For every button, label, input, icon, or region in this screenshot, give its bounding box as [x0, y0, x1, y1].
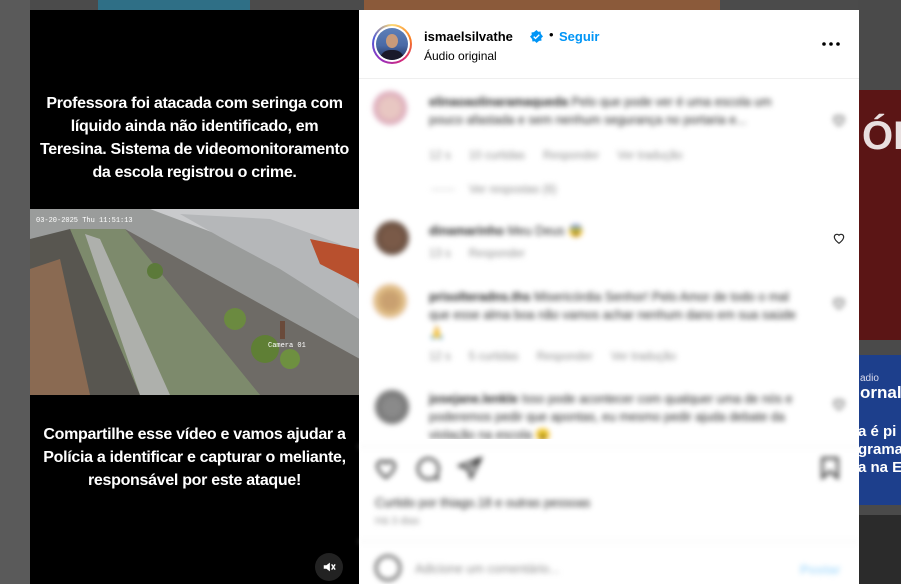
- commenter-avatar[interactable]: [375, 390, 409, 424]
- save-bookmark-icon[interactable]: [817, 455, 843, 481]
- post-actions-bar: [359, 446, 859, 481]
- post-comment-button[interactable]: Postar: [800, 562, 840, 577]
- verified-badge-icon: [530, 30, 543, 43]
- comment-time: 12 s: [429, 150, 451, 162]
- like-heart-icon[interactable]: [373, 455, 399, 481]
- original-audio-link[interactable]: Áudio original: [424, 49, 497, 63]
- post-modal: Professora foi atacada com seringa com l…: [30, 10, 859, 584]
- background-post-thumbnail: ÓRI: [858, 90, 901, 340]
- background-thumb2-line: grama: [858, 441, 901, 458]
- view-replies-link[interactable]: Ver respostas (6): [431, 184, 557, 196]
- background-thumb2-line: a é pi: [858, 423, 897, 440]
- background-thumb2-big: ornal: [860, 383, 901, 402]
- heart-icon[interactable]: [832, 231, 846, 245]
- follow-button[interactable]: Seguir: [559, 29, 599, 44]
- comment-meta: 12 s 10 curtidas Responder Ver tradução: [429, 150, 701, 162]
- cctv-timestamp: 03-20-2025 Thu 11:51:13: [36, 217, 133, 225]
- reply-link[interactable]: Responder: [469, 248, 525, 260]
- likes-summary[interactable]: Curtido por thiago.18 e outras pessoas: [375, 496, 590, 510]
- commenter-avatar[interactable]: [375, 221, 409, 255]
- reply-link[interactable]: Responder: [537, 351, 593, 363]
- emoji-icon[interactable]: [375, 555, 401, 581]
- comment-time: 13 s: [429, 248, 451, 260]
- heart-icon[interactable]: [832, 113, 846, 127]
- background-post-thumbnail-2: adio ornal a é pi grama a na E: [858, 355, 901, 505]
- translate-link[interactable]: Ver tradução: [617, 150, 682, 162]
- comment-time: 12 s: [429, 351, 451, 363]
- speaker-muted-icon: [323, 562, 336, 572]
- background-tile-left: [0, 0, 30, 584]
- commenter-avatar[interactable]: [373, 91, 407, 125]
- mute-button[interactable]: [315, 553, 343, 581]
- comment-username[interactable]: dinamarinho: [429, 224, 504, 238]
- comment-text: Meu Deus 😨: [507, 224, 584, 238]
- cctv-footage: 03-20-2025 Thu 11:51:13 Camera 01: [30, 209, 359, 395]
- share-send-icon[interactable]: [457, 455, 483, 481]
- header-separator: •: [549, 27, 554, 42]
- reply-link[interactable]: Responder: [543, 150, 599, 162]
- cctv-camera-label: Camera 01: [268, 342, 306, 350]
- author-avatar[interactable]: [372, 24, 412, 64]
- video-caption-bottom: Compartilhe esse vídeo e vamos ajudar a …: [43, 426, 346, 489]
- commenter-avatar[interactable]: [373, 284, 407, 318]
- video-caption-top: Professora foi atacada com seringa com l…: [40, 95, 349, 181]
- translate-link[interactable]: Ver tradução: [611, 351, 676, 363]
- comment-meta: 13 s Responder: [429, 248, 543, 260]
- background-thumb-text: ÓRI: [862, 114, 901, 158]
- post-time: Há 3 dias: [375, 515, 420, 527]
- add-comment-bar: Adicione um comentário... Postar: [359, 541, 859, 584]
- heart-icon[interactable]: [832, 296, 846, 310]
- comment-meta: 12 s 5 curtidas Responder Ver tradução: [429, 351, 694, 363]
- post-details-panel: ismaelsilvathe • Seguir Áudio original e…: [359, 10, 859, 584]
- background-post-thumbnail-3: [858, 515, 901, 584]
- post-header: ismaelsilvathe • Seguir Áudio original: [359, 10, 859, 79]
- comment-username[interactable]: josejane.lenkle: [429, 392, 518, 406]
- comment-username[interactable]: prisolteradns.ths: [429, 290, 530, 304]
- add-comment-input[interactable]: Adicione um comentário...: [415, 562, 560, 576]
- comment-likes[interactable]: 5 curtidas: [469, 351, 519, 363]
- comment-likes[interactable]: 10 curtidas: [469, 150, 525, 162]
- cctv-scene: [30, 209, 359, 395]
- comments-list: elinaoaolinaramaqueda Pelo que pode ver …: [359, 79, 859, 439]
- more-options-icon: [822, 42, 840, 46]
- heart-icon[interactable]: [832, 397, 846, 411]
- background-thumb2-line: a na E: [858, 459, 901, 476]
- more-options-button[interactable]: [821, 34, 841, 54]
- comment-bubble-icon[interactable]: [415, 455, 441, 481]
- video-player[interactable]: Professora foi atacada com seringa com l…: [30, 10, 359, 584]
- comment-username[interactable]: elinaoaolinaramaqueda: [429, 95, 568, 109]
- author-username[interactable]: ismaelsilvathe: [424, 29, 513, 44]
